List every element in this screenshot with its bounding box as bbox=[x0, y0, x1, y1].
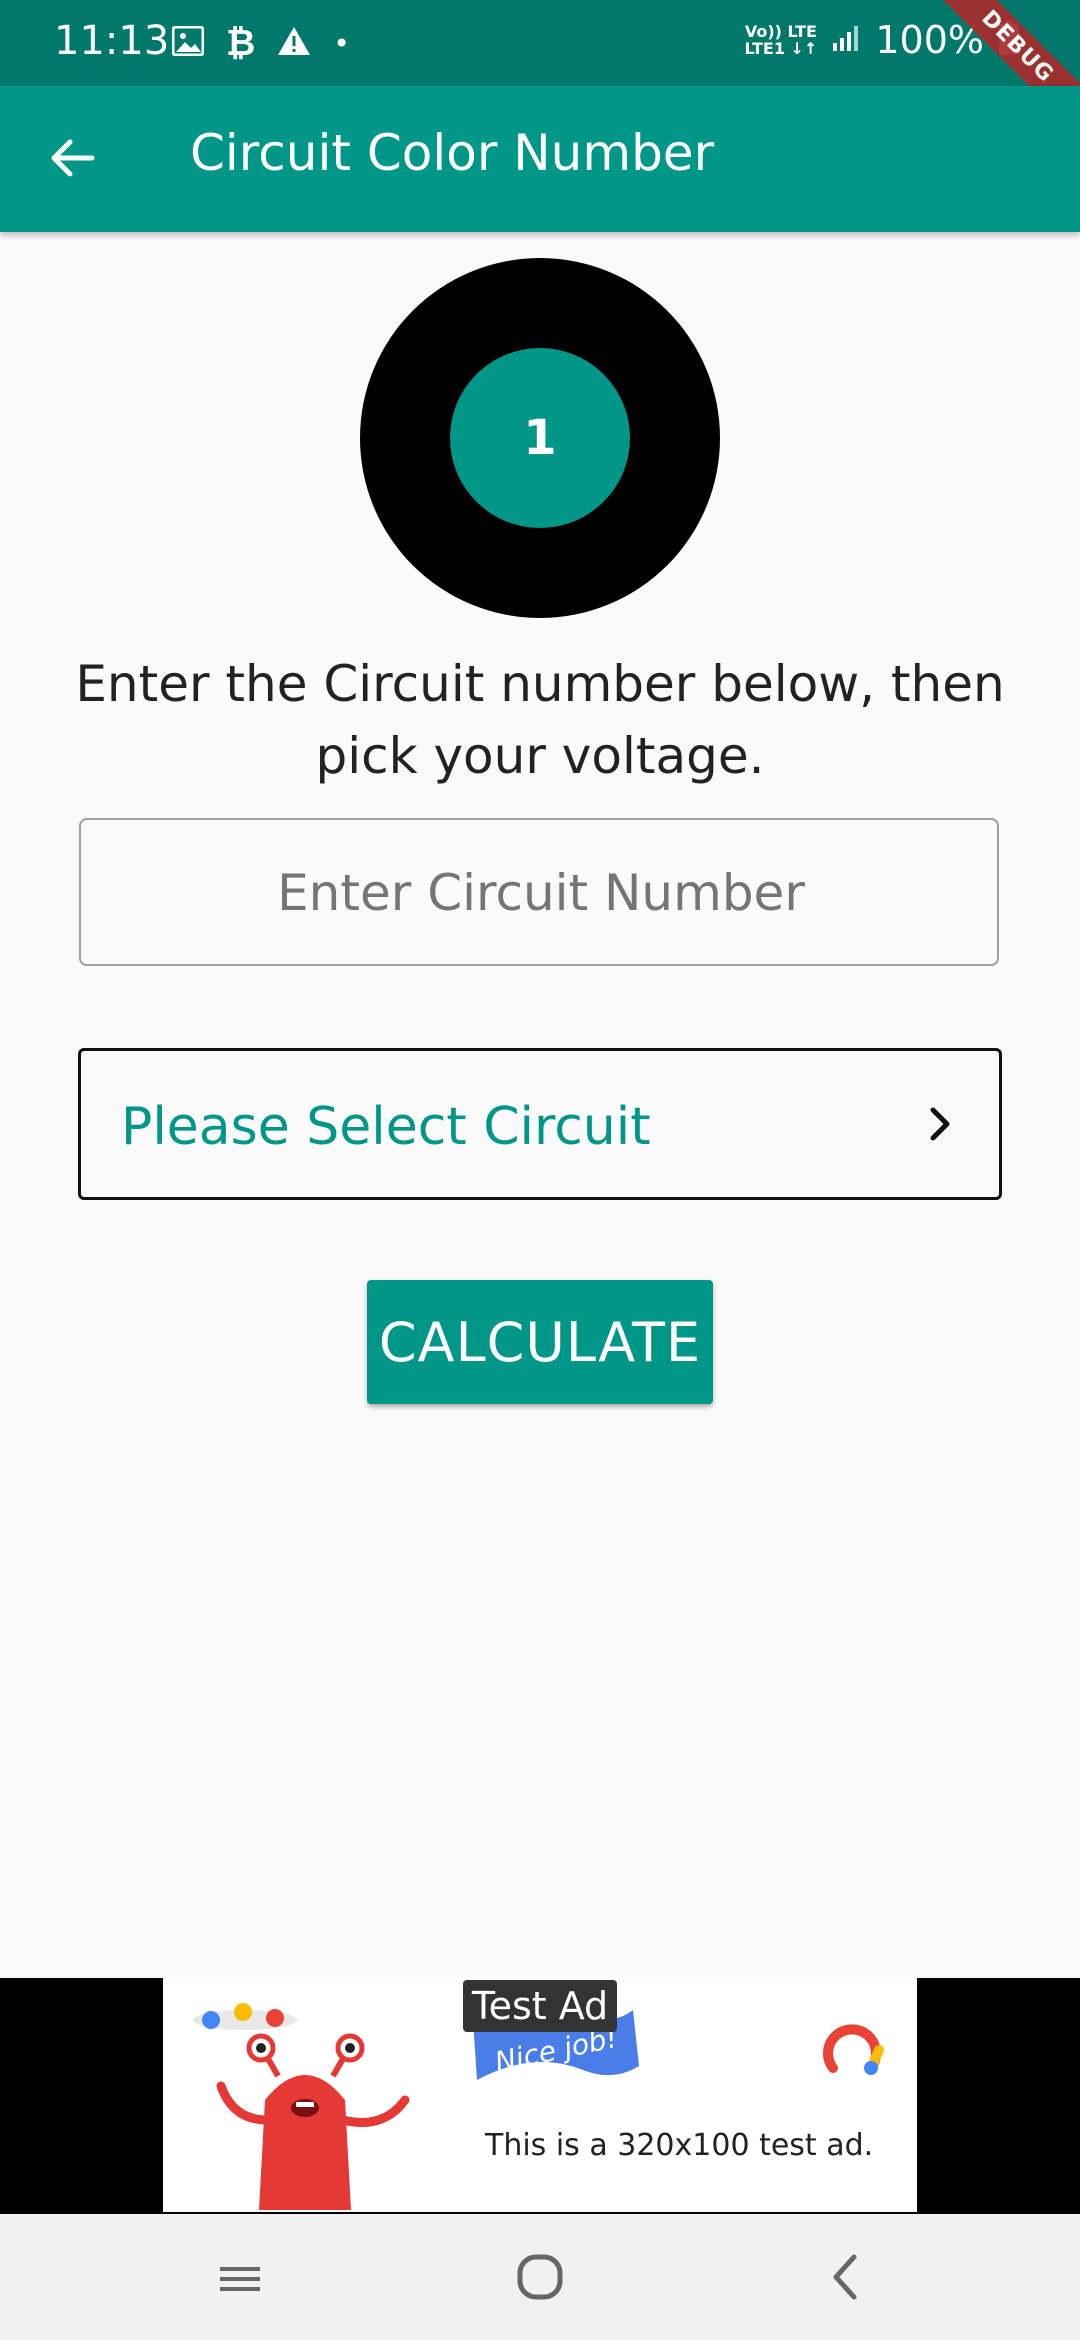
page-title: Circuit Color Number bbox=[190, 124, 715, 182]
status-time: 11:13 bbox=[54, 18, 170, 64]
circuit-number-field bbox=[79, 818, 1001, 966]
system-nav-bar bbox=[0, 2214, 1080, 2340]
home-button[interactable] bbox=[500, 2244, 580, 2314]
dot-icon: • bbox=[333, 26, 350, 60]
circuit-select-label: Please Select Circuit bbox=[121, 1097, 651, 1157]
back-icon bbox=[830, 2253, 860, 2305]
test-ad-label: Test Ad bbox=[463, 1980, 617, 2032]
circuit-color-ring: 1 bbox=[360, 258, 720, 618]
app-bar: Circuit Color Number bbox=[0, 86, 1080, 232]
circuit-number-input[interactable] bbox=[81, 820, 1001, 966]
home-icon bbox=[516, 2253, 564, 2305]
warning-icon bbox=[277, 26, 311, 60]
signal-icon bbox=[831, 23, 861, 57]
image-icon bbox=[171, 25, 205, 60]
network-label: Vo)) LTE LTE1 ↓↑ bbox=[744, 22, 818, 58]
ad-caption: This is a 320x100 test ad. bbox=[485, 2128, 874, 2163]
circuit-select[interactable]: Please Select Circuit bbox=[78, 1048, 1002, 1200]
bitcoin-icon: ₿ bbox=[226, 23, 256, 64]
back-button[interactable] bbox=[40, 128, 104, 192]
status-icons-left: ₿ • bbox=[171, 22, 350, 64]
recent-apps-button[interactable] bbox=[200, 2244, 280, 2314]
arrow-back-icon bbox=[48, 134, 96, 186]
instruction-text: Enter the Circuit number below, then pic… bbox=[75, 655, 1005, 785]
calculate-button[interactable]: CALCULATE bbox=[367, 1280, 713, 1404]
circuit-number: 1 bbox=[523, 410, 557, 466]
circuit-number-circle: 1 bbox=[450, 348, 630, 528]
recent-apps-icon bbox=[218, 2262, 262, 2296]
chevron-right-icon bbox=[915, 1099, 965, 1149]
nav-back-button[interactable] bbox=[805, 2244, 885, 2314]
status-bar: 11:13 ₿ • Vo)) LTE LTE1 ↓↑ 100% bbox=[0, 0, 1080, 86]
google-ads-logo-icon bbox=[823, 2024, 884, 2075]
ad-mascot-image bbox=[193, 2003, 410, 2210]
